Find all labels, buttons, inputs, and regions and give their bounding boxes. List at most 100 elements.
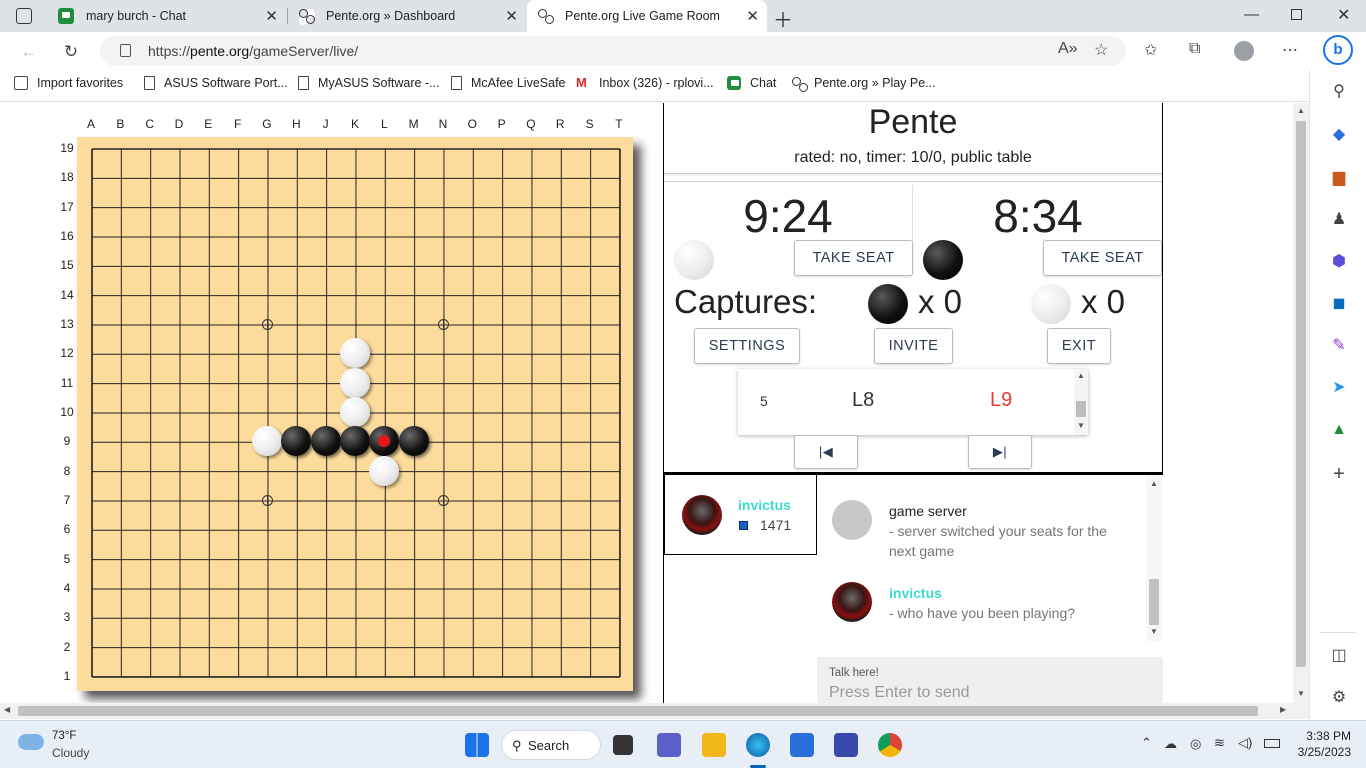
scroll-thumb[interactable]: [1296, 121, 1306, 667]
weather-desc[interactable]: Cloudy: [52, 746, 89, 760]
move-list[interactable]: 5 L8 L9 ▲ ▼: [738, 369, 1088, 435]
restore-icon[interactable]: [1291, 9, 1302, 20]
scroll-left-icon[interactable]: ◀: [4, 705, 10, 714]
app-icon[interactable]: [834, 733, 858, 757]
file-explorer-icon[interactable]: [702, 733, 726, 757]
minimize-icon[interactable]: —: [1244, 6, 1259, 23]
player-rating: 1471: [760, 517, 792, 533]
teams-icon[interactable]: [657, 733, 681, 757]
send-icon[interactable]: ➤: [1329, 378, 1349, 398]
more-options-icon[interactable]: ⋯: [1282, 40, 1298, 60]
designer-icon[interactable]: ✎: [1329, 336, 1349, 356]
tools-icon[interactable]: ▆: [1329, 168, 1349, 188]
clock-time[interactable]: 3:38 PM: [1291, 729, 1351, 743]
player-name[interactable]: invictus: [738, 497, 791, 513]
weather-temp[interactable]: 73°F: [52, 730, 76, 742]
close-tab-icon[interactable]: ✕: [265, 7, 278, 25]
chat-author: game server: [889, 503, 967, 519]
chat-scrollbar[interactable]: ▲ ▼: [1146, 475, 1162, 641]
last-move-button[interactable]: ▶|: [968, 435, 1032, 469]
games-icon[interactable]: ♟: [1329, 210, 1349, 230]
scroll-down-icon[interactable]: ▼: [1150, 627, 1158, 636]
new-tab-icon[interactable]: ＋: [773, 4, 793, 33]
hide-sidebar-icon[interactable]: ◫: [1329, 646, 1349, 666]
tab-dashboard[interactable]: Pente.org » Dashboard ✕: [288, 0, 526, 32]
white-move[interactable]: L9: [990, 389, 1012, 412]
collections-icon[interactable]: ⧉: [1189, 40, 1200, 58]
tab-title: Pente.org Live Game Room: [565, 9, 720, 23]
scroll-up-icon[interactable]: ▲: [1077, 371, 1085, 380]
edge-icon[interactable]: [746, 733, 770, 757]
take-seat-white-button[interactable]: TAKE SEAT: [794, 240, 913, 276]
refresh-icon[interactable]: ↻: [58, 39, 84, 65]
scroll-thumb[interactable]: [1149, 579, 1159, 625]
chat-text: - server switched your seats for the nex…: [889, 523, 1107, 559]
scroll-down-icon[interactable]: ▼: [1077, 421, 1085, 430]
invite-button[interactable]: INVITE: [874, 328, 953, 364]
add-sidebar-icon[interactable]: +: [1329, 464, 1349, 484]
read-aloud-icon[interactable]: A»: [1058, 40, 1078, 58]
exit-button[interactable]: EXIT: [1047, 328, 1111, 364]
windows-start-icon[interactable]: [465, 733, 489, 757]
search-icon[interactable]: ⚲: [1329, 82, 1349, 102]
move-list-scrollbar[interactable]: ▲ ▼: [1074, 369, 1088, 435]
outlook-icon[interactable]: ◼: [1329, 294, 1349, 314]
chrome-icon[interactable]: [878, 733, 902, 757]
favorite-myasus[interactable]: MyASUS Software -...: [298, 76, 440, 90]
black-move[interactable]: L8: [852, 389, 874, 412]
favorite-import[interactable]: Import favorites: [14, 76, 123, 90]
scroll-down-icon[interactable]: ▼: [1297, 689, 1305, 698]
tree-icon[interactable]: ▲: [1329, 420, 1349, 440]
row-label: 4: [63, 580, 71, 595]
scroll-thumb[interactable]: [18, 706, 1258, 716]
first-move-button[interactable]: |◀: [794, 435, 858, 469]
taskbar-search[interactable]: ⚲ Search: [501, 730, 601, 760]
chat-author[interactable]: invictus: [889, 585, 942, 601]
settings-gear-icon[interactable]: ⚙: [1329, 688, 1349, 708]
scroll-up-icon[interactable]: ▲: [1297, 106, 1305, 115]
favorite-label: MyASUS Software -...: [318, 76, 440, 90]
onedrive-icon[interactable]: ☁: [1164, 736, 1177, 752]
divider: [664, 173, 1162, 174]
url-field[interactable]: https://pente.org/gameServer/live/: [100, 36, 1126, 66]
gmail-icon: M: [576, 75, 587, 90]
scroll-thumb[interactable]: [1076, 401, 1086, 417]
scroll-right-icon[interactable]: ▶: [1280, 705, 1286, 714]
favorite-pente-play[interactable]: Pente.org » Play Pe...: [791, 76, 936, 92]
tab-chat[interactable]: mary burch - Chat ✕: [48, 0, 286, 32]
page-horizontal-scrollbar[interactable]: ◀ ▶: [0, 703, 1309, 719]
volume-icon[interactable]: ◁): [1238, 735, 1252, 751]
office-icon[interactable]: ⬢: [1329, 252, 1349, 272]
import-icon: [14, 76, 28, 90]
chevron-up-icon[interactable]: ⌃: [1141, 735, 1152, 751]
page-vertical-scrollbar[interactable]: ▲ ▼: [1293, 103, 1309, 703]
favorite-mcafee[interactable]: McAfee LiveSafe: [451, 76, 566, 90]
wifi-icon[interactable]: ≋: [1214, 735, 1225, 751]
chat-icon: [58, 8, 74, 24]
battery-icon[interactable]: [1264, 739, 1280, 748]
favorite-inbox[interactable]: M Inbox (326) - rplovi...: [576, 75, 714, 91]
scroll-up-icon[interactable]: ▲: [1150, 479, 1158, 488]
favorites-icon[interactable]: ✩: [1144, 40, 1157, 60]
clock-date[interactable]: 3/25/2023: [1291, 745, 1351, 759]
chat-input[interactable]: Talk here! Press Enter to send: [817, 657, 1163, 703]
tab-actions-icon[interactable]: [16, 8, 32, 24]
take-seat-black-button[interactable]: TAKE SEAT: [1043, 240, 1162, 276]
back-icon[interactable]: ←: [16, 39, 42, 65]
close-tab-icon[interactable]: ✕: [746, 7, 759, 25]
tab-live-game-room[interactable]: Pente.org Live Game Room ✕: [527, 0, 767, 32]
white-stone: [369, 455, 400, 486]
player-card[interactable]: invictus 1471: [664, 475, 817, 555]
close-window-icon[interactable]: ✕: [1337, 5, 1350, 25]
store-icon[interactable]: [790, 733, 814, 757]
favorite-chat[interactable]: Chat: [727, 76, 776, 90]
favorite-asus-portal[interactable]: ASUS Software Port...: [144, 76, 288, 90]
network-icon[interactable]: ◎: [1190, 736, 1201, 752]
task-view-icon[interactable]: [613, 735, 633, 755]
bing-icon[interactable]: b: [1323, 35, 1353, 65]
add-favorite-icon[interactable]: ☆: [1094, 40, 1108, 60]
profile-icon[interactable]: [1234, 41, 1254, 61]
close-tab-icon[interactable]: ✕: [505, 7, 518, 25]
settings-button[interactable]: SETTINGS: [694, 328, 800, 364]
shopping-icon[interactable]: ◆: [1329, 125, 1349, 145]
